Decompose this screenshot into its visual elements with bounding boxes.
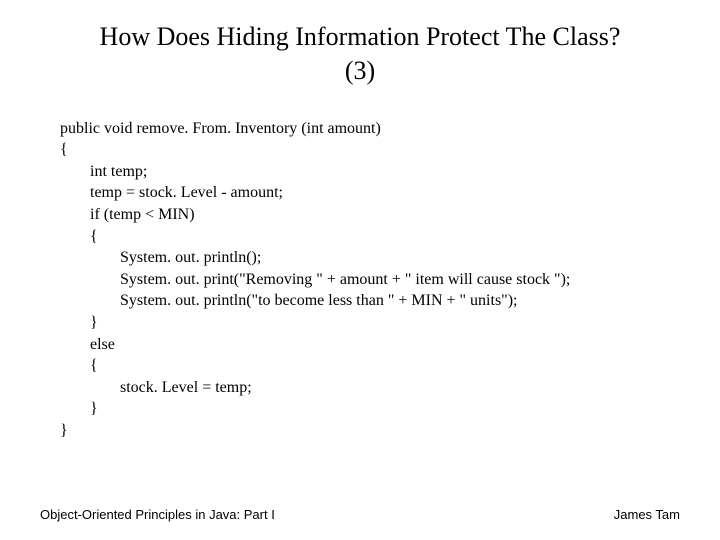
code-line: { xyxy=(60,226,720,248)
code-line: } xyxy=(60,420,720,442)
slide-container: How Does Hiding Information Protect The … xyxy=(0,0,720,540)
footer: Object-Oriented Principles in Java: Part… xyxy=(0,507,720,522)
code-line: } xyxy=(60,312,720,334)
code-line: if (temp < MIN) xyxy=(60,204,720,226)
code-line: temp = stock. Level - amount; xyxy=(60,182,720,204)
code-block: public void remove. From. Inventory (int… xyxy=(60,118,720,442)
code-line: } xyxy=(60,398,720,420)
code-line: { xyxy=(60,139,720,161)
title-line-1: How Does Hiding Information Protect The … xyxy=(0,20,720,54)
code-line: stock. Level = temp; xyxy=(60,377,720,399)
footer-right: James Tam xyxy=(614,507,680,522)
code-line: public void remove. From. Inventory (int… xyxy=(60,118,720,140)
code-line: { xyxy=(60,355,720,377)
code-line: System. out. println("to become less tha… xyxy=(60,290,720,312)
code-line: System. out. println(); xyxy=(60,247,720,269)
title-line-2: (3) xyxy=(0,54,720,88)
code-line: System. out. print("Removing " + amount … xyxy=(60,269,720,291)
footer-left: Object-Oriented Principles in Java: Part… xyxy=(40,507,275,522)
code-line: else xyxy=(60,334,720,356)
slide-title: How Does Hiding Information Protect The … xyxy=(0,20,720,88)
code-line: int temp; xyxy=(60,161,720,183)
